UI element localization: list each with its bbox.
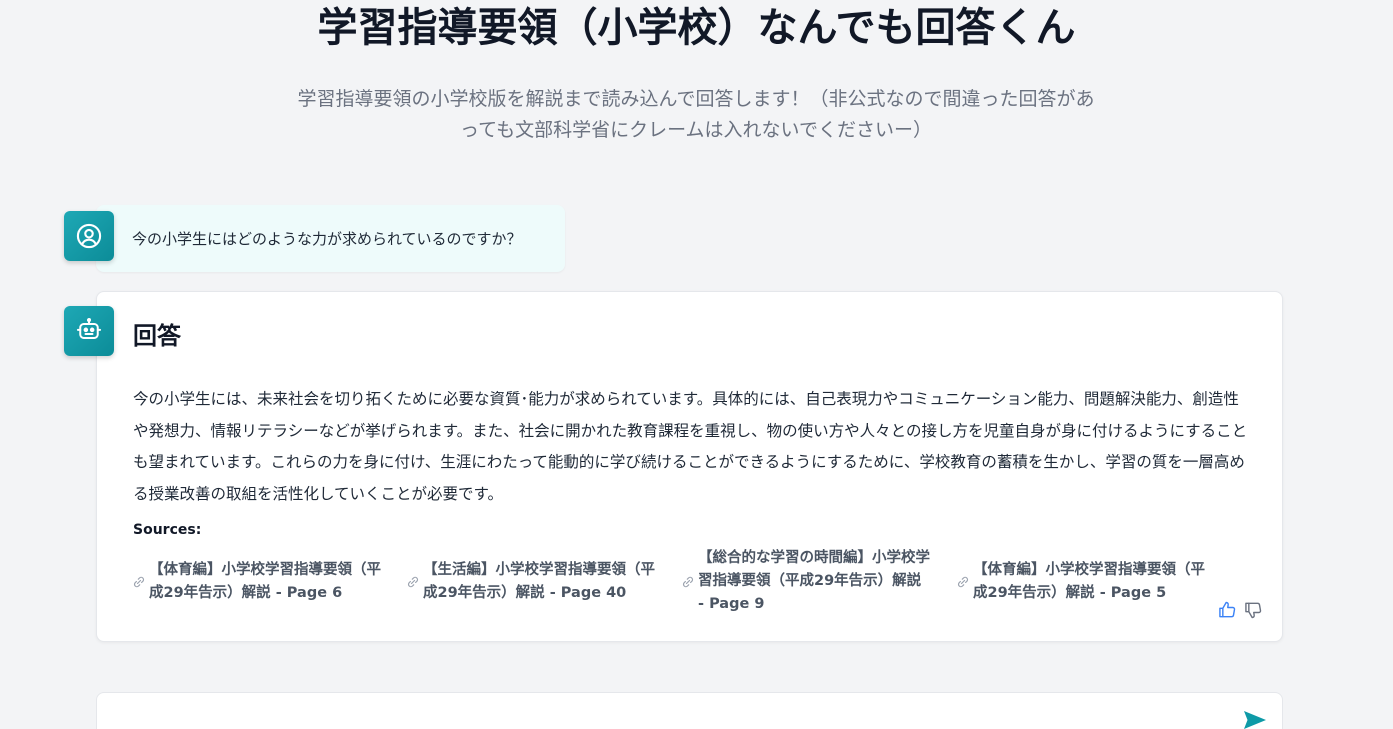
chat-page: 学習指導要領（小学校）なんでも回答くん 学習指導要領の小学校版を解説まで読み込ん… bbox=[0, 0, 1393, 729]
chat-input[interactable] bbox=[117, 705, 1221, 729]
answer-card: 回答 今の小学生には、未来社会を切り拓くために必要な資質･能力が求められています… bbox=[96, 291, 1283, 642]
source-link-label: 【体育編】小学校学習指導要領（平成29年告示）解説 - Page 6 bbox=[149, 562, 381, 601]
page-title: 学習指導要領（小学校）なんでも回答くん bbox=[317, 5, 1076, 51]
answer-heading: 回答 bbox=[133, 322, 181, 350]
send-icon bbox=[1244, 711, 1266, 729]
bot-avatar bbox=[64, 306, 114, 356]
user-message-bubble: 今の小学生にはどのような力が求められているのですか？ bbox=[96, 205, 565, 272]
send-button[interactable] bbox=[1242, 709, 1268, 729]
sources-label: Sources: bbox=[133, 522, 202, 538]
link-icon bbox=[133, 576, 145, 588]
thumbs-up-button[interactable] bbox=[1216, 599, 1238, 621]
link-icon bbox=[682, 576, 694, 587]
source-link[interactable]: 【総合的な学習の時間編】小学校学習指導要領（平成29年告示）解説 - Page … bbox=[680, 547, 930, 616]
source-link-label: 【総合的な学習の時間編】小学校学習指導要領（平成29年告示）解説 - Page … bbox=[698, 550, 930, 612]
user-message-text: 今の小学生にはどのような力が求められているのですか？ bbox=[132, 230, 522, 248]
source-list: 【体育編】小学校学習指導要領（平成29年告示）解説 - Page 6 【生活編】… bbox=[131, 547, 1261, 627]
feedback-buttons bbox=[1216, 599, 1264, 621]
page-subtitle: 学習指導要領の小学校版を解説まで読み込んで回答します！（非公式なので間違った回答… bbox=[297, 88, 1095, 141]
source-link-label: 【生活編】小学校学習指導要領（平成29年告示）解説 - Page 40 bbox=[423, 562, 655, 601]
source-link[interactable]: 【体育編】小学校学習指導要領（平成29年告示）解説 - Page 5 bbox=[955, 559, 1205, 605]
thumbs-up-icon bbox=[1219, 601, 1236, 618]
link-icon bbox=[407, 576, 419, 588]
source-link[interactable]: 【生活編】小学校学習指導要領（平成29年告示）解説 - Page 40 bbox=[405, 559, 655, 605]
thumbs-down-button[interactable] bbox=[1242, 599, 1264, 621]
user-circle-icon bbox=[76, 223, 102, 249]
robot-icon bbox=[76, 317, 102, 339]
thumbs-down-icon bbox=[1245, 602, 1262, 619]
source-link[interactable]: 【体育編】小学校学習指導要領（平成29年告示）解説 - Page 6 bbox=[131, 559, 381, 605]
user-avatar bbox=[64, 211, 114, 261]
answer-text: 今の小学生には、未来社会を切り拓くために必要な資質･能力が求められています。具体… bbox=[133, 390, 1248, 503]
chat-input-bar bbox=[96, 692, 1283, 729]
source-link-label: 【体育編】小学校学習指導要領（平成29年告示）解説 - Page 5 bbox=[973, 562, 1205, 601]
link-icon bbox=[957, 576, 969, 588]
